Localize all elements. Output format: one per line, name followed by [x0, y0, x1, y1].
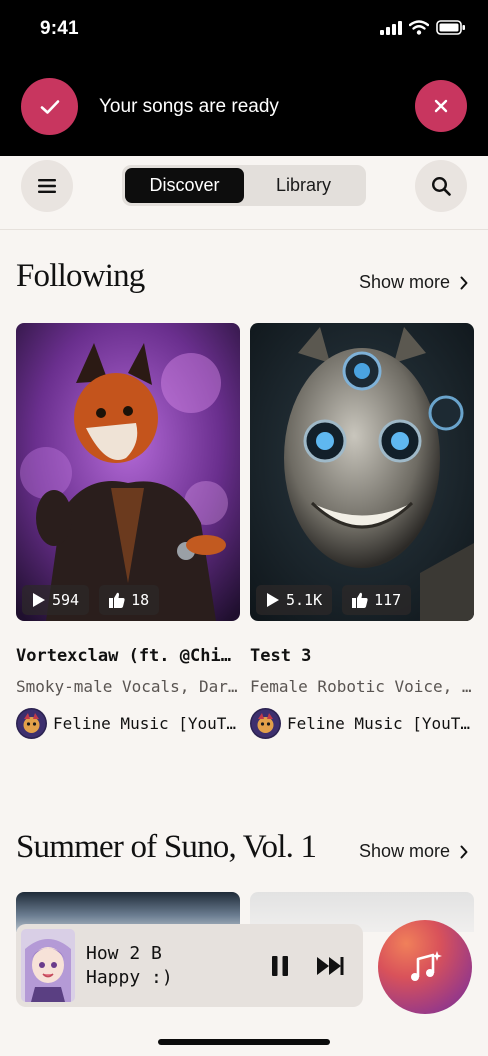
- play-count: 594: [22, 585, 90, 615]
- wifi-icon: [409, 20, 429, 35]
- signal-icon: [380, 20, 402, 35]
- toast-check-badge: [21, 78, 78, 135]
- create-song-button[interactable]: [378, 920, 472, 1014]
- song-style: Female Robotic Voice, Cyber...: [250, 677, 474, 696]
- song-stats: 5.1K 117: [256, 585, 412, 615]
- play-icon: [267, 593, 279, 607]
- like-count-value: 18: [131, 591, 150, 609]
- chevron-right-icon: [460, 845, 468, 858]
- home-indicator: [158, 1039, 330, 1045]
- thumbs-up-icon: [109, 592, 125, 608]
- now-playing-cover: [21, 929, 75, 1002]
- battery-icon: [436, 20, 465, 35]
- toast-message: Your songs are ready: [99, 96, 279, 117]
- now-playing-title: How 2 B Happy :): [86, 943, 173, 988]
- hamburger-icon: [38, 179, 56, 193]
- like-count[interactable]: 18: [99, 585, 160, 615]
- thumbs-up-icon: [352, 592, 368, 608]
- show-more-label: Show more: [358, 272, 450, 292]
- author-name: Feline Music [YouTube]: [287, 714, 474, 733]
- song-author[interactable]: Feline Music [YouTube]: [16, 708, 240, 739]
- song-card[interactable]: 594 18 Vortexclaw (ft. @Chibi... Smoky-m…: [16, 323, 240, 739]
- toast-close-button[interactable]: [415, 80, 467, 132]
- fox-cover-image: [16, 323, 240, 621]
- play-icon: [33, 593, 45, 607]
- show-more-summer-of-suno[interactable]: Show more: [359, 841, 468, 862]
- robot-cover-image: [250, 323, 474, 621]
- song-cover-art[interactable]: 594 18: [16, 323, 240, 621]
- section-title-following: Following: [16, 258, 145, 294]
- show-more-label: Show more: [358, 841, 450, 861]
- status-time: 9:41: [40, 18, 79, 39]
- next-button[interactable]: [313, 952, 347, 980]
- music-sparkle-icon: [411, 951, 442, 981]
- song-title[interactable]: Vortexclaw (ft. @Chibi...: [16, 646, 240, 666]
- search-button[interactable]: [415, 160, 467, 212]
- avatar: [16, 708, 47, 739]
- song-style: Smoky-male Vocals, Dark...: [16, 677, 240, 696]
- song-stats: 594 18: [22, 585, 160, 615]
- song-cover-art[interactable]: 5.1K 117: [250, 323, 474, 621]
- tab-library[interactable]: Library: [244, 168, 363, 203]
- anime-cover-image: [21, 929, 75, 1002]
- section-title-summer-of-suno: Summer of Suno, Vol. 1: [16, 829, 317, 865]
- top-nav: Discover Library: [0, 156, 488, 230]
- play-count: 5.1K: [256, 585, 333, 615]
- mini-player[interactable]: How 2 B Happy :): [16, 924, 363, 1007]
- like-count[interactable]: 117: [342, 585, 412, 615]
- status-icons: [380, 20, 466, 35]
- play-count-value: 5.1K: [286, 591, 323, 609]
- top-bar: 9:41 Your songs are ready: [0, 0, 488, 156]
- author-name: Feline Music [YouTube]: [53, 714, 240, 733]
- view-toggle: Discover Library: [122, 165, 366, 206]
- song-title[interactable]: Test 3: [250, 646, 474, 666]
- show-more-following[interactable]: Show more: [359, 272, 468, 293]
- pause-icon: [272, 956, 288, 976]
- avatar: [250, 708, 281, 739]
- song-card[interactable]: 5.1K 117 Test 3 Female Robotic Voice, Cy…: [250, 323, 474, 739]
- menu-button[interactable]: [21, 160, 73, 212]
- check-icon: [40, 99, 59, 114]
- skip-forward-icon: [317, 957, 344, 975]
- like-count-value: 117: [374, 591, 402, 609]
- pause-button[interactable]: [266, 952, 294, 980]
- search-icon: [431, 176, 451, 196]
- tab-discover[interactable]: Discover: [125, 168, 244, 203]
- song-author[interactable]: Feline Music [YouTube]: [250, 708, 474, 739]
- play-count-value: 594: [52, 591, 80, 609]
- close-icon: [434, 99, 448, 113]
- chevron-right-icon: [460, 276, 468, 289]
